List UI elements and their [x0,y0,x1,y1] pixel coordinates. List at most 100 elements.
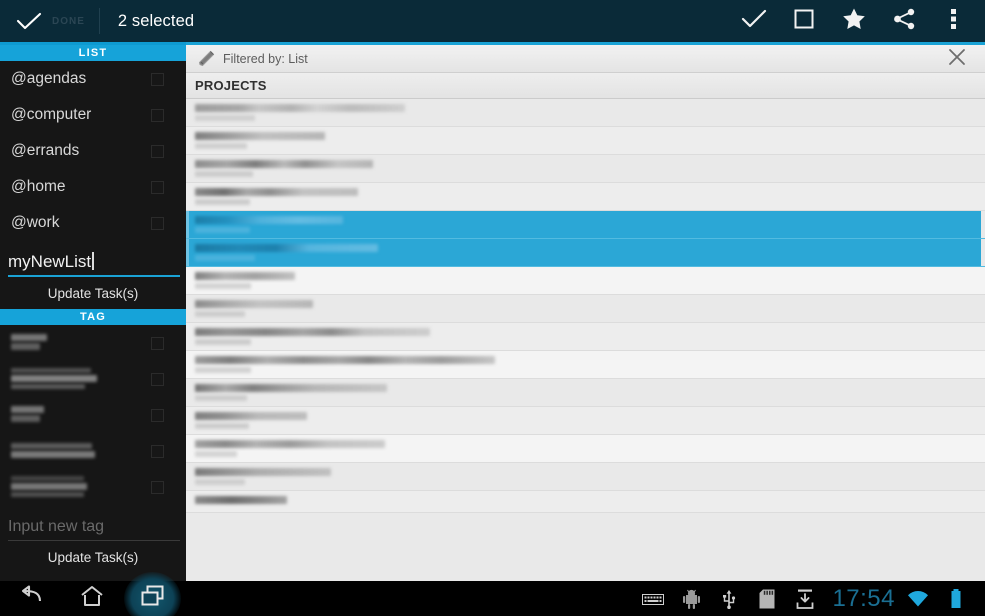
done-button[interactable]: DONE [0,0,99,42]
tablet-screen: DONE 2 selected LIST @agendas @computer … [0,0,985,616]
table-row[interactable] [186,267,985,295]
overflow-menu-button[interactable] [929,0,979,42]
sidebar-item-label: @errands [11,142,80,159]
tag-checkbox[interactable] [151,408,164,422]
text-caret [92,252,94,270]
recent-apps-icon [140,585,166,612]
close-filter-button[interactable] [929,45,985,73]
sidebar-item-label: @agendas [11,70,87,87]
star-button[interactable] [829,0,879,42]
sidebar-item-errands[interactable]: @errands [0,133,186,169]
download-icon [786,581,824,616]
android-debug-icon [672,581,710,616]
sidebar-item-home[interactable]: @home [0,169,186,205]
selection-edge [981,239,985,266]
keyboard-icon [634,581,672,616]
home-button[interactable] [61,581,122,616]
sidebar-item-label: @work [11,214,60,231]
recent-apps-button[interactable] [122,572,183,616]
action-bar: DONE 2 selected [0,0,985,42]
tag-section-header: TAG [0,309,186,325]
star-icon [842,7,866,35]
system-nav-bar: 17:54 [0,572,985,616]
tag-checkbox[interactable] [151,336,164,350]
list-checkbox[interactable] [151,216,164,230]
sidebar-item-label: @computer [11,106,92,123]
table-row[interactable] [186,491,985,513]
sidebar-tag-item-5[interactable] [0,469,186,505]
table-row[interactable] [186,435,985,463]
nav-button-group [0,572,183,616]
select-all-button[interactable] [779,0,829,42]
task-list-pane: Filtered by: List PROJECTS [186,45,985,581]
sidebar-tag-item-3[interactable] [0,397,186,433]
tag-checkbox[interactable] [151,480,164,494]
status-clock: 17:54 [832,584,895,612]
new-tag-input[interactable]: Input new tag [8,518,180,541]
table-row[interactable] [186,127,985,155]
filter-sidebar: LIST @agendas @computer @errands @home @… [0,45,186,581]
new-tag-input-row[interactable]: Input new tag [0,507,186,541]
sidebar-tag-item-1[interactable] [0,325,186,361]
home-icon [80,585,104,612]
sidebar-item-agendas[interactable]: @agendas [0,61,186,97]
list-checkbox[interactable] [151,108,164,122]
task-rows [186,99,985,513]
edit-pencil-icon [194,49,218,68]
group-header-projects: PROJECTS [186,73,985,99]
back-icon [18,585,44,612]
tag-label-redacted [11,334,47,352]
sidebar-item-label: @home [11,178,66,195]
table-row[interactable] [186,295,985,323]
update-tasks-list-button[interactable]: Update Task(s) [0,277,186,309]
sidebar-item-computer[interactable]: @computer [0,97,186,133]
share-icon [893,8,916,35]
battery-icon [937,581,975,616]
selection-edge [981,211,985,238]
back-button[interactable] [0,581,61,616]
list-section-header: LIST [0,45,186,61]
table-row[interactable] [186,463,985,491]
list-checkbox[interactable] [151,144,164,158]
new-list-input[interactable]: myNewList [8,249,180,277]
sidebar-tag-item-4[interactable] [0,433,186,469]
done-label: DONE [52,15,85,27]
list-checkbox[interactable] [151,72,164,86]
table-row[interactable] [186,183,985,211]
table-row[interactable] [186,155,985,183]
sidebar-item-work[interactable]: @work [0,205,186,241]
update-tasks-tag-button[interactable]: Update Task(s) [0,541,186,573]
selection-title: 2 selected [117,11,195,30]
filter-bar: Filtered by: List [186,45,985,73]
table-row[interactable] [186,99,985,127]
check-icon [16,12,42,30]
table-row[interactable] [186,407,985,435]
selection-edge [186,239,189,266]
tag-checkbox[interactable] [151,372,164,386]
table-row-selected[interactable] [186,211,985,239]
selection-edge [186,211,189,238]
tag-label-redacted [11,367,97,391]
overflow-menu-icon [951,8,957,35]
confirm-check-icon [741,9,767,33]
close-x-icon [947,47,967,72]
list-checkbox[interactable] [151,180,164,194]
tag-label-redacted [11,442,95,460]
table-row[interactable] [186,351,985,379]
tag-label-redacted [11,406,44,424]
share-button[interactable] [879,0,929,42]
select-all-square-icon [793,8,815,35]
new-list-value: myNewList [8,252,92,271]
actionbar-divider [98,8,100,34]
table-row[interactable] [186,323,985,351]
wifi-icon [899,581,937,616]
actionbar-icon-group [729,0,985,42]
sidebar-tag-item-2[interactable] [0,361,186,397]
new-list-input-row[interactable]: myNewList [0,243,186,277]
status-icon-area[interactable]: 17:54 [634,581,985,616]
confirm-check-button[interactable] [729,0,779,42]
table-row[interactable] [186,379,985,407]
table-row-selected[interactable] [186,239,985,267]
tag-checkbox[interactable] [151,444,164,458]
usb-icon [710,581,748,616]
